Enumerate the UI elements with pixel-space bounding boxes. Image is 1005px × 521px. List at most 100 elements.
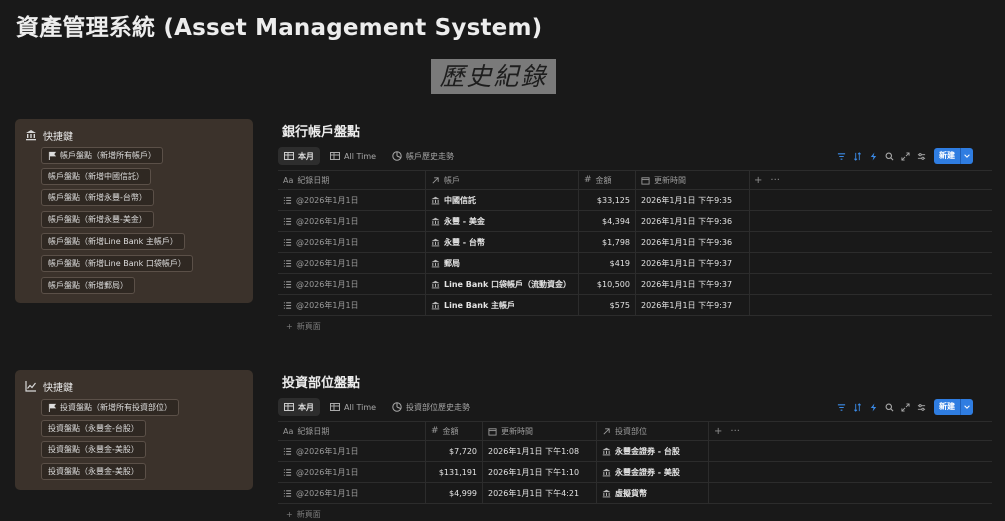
cell-date[interactable]: @2026年1月1日 [278, 441, 426, 461]
sort-icon[interactable] [851, 150, 863, 162]
col-position[interactable]: 投資部位 [597, 422, 709, 440]
quick-button-all-investments[interactable]: 投資盤點（新增所有投資部位） [41, 399, 179, 416]
table-row[interactable]: @2026年1月1日 $7,720 2026年1月1日 下午1:08 永豐金證券 - … [278, 441, 992, 462]
tab-this-month[interactable]: 本月 [278, 147, 320, 165]
cell-date[interactable]: @2026年1月1日 [278, 462, 426, 482]
quick-button-sinopac-tw-stock[interactable]: 投資盤點（永豐金-台股） [41, 420, 146, 437]
tab-all-time[interactable]: All Time [324, 398, 382, 416]
more-icon[interactable]: ··· [770, 175, 780, 186]
cell-amount[interactable]: $4,999 [426, 483, 483, 503]
more-icon[interactable]: ··· [730, 426, 740, 437]
cell-updated[interactable]: 2026年1月1日 下午1:10 [483, 462, 597, 482]
cell-amount[interactable]: $1,798 [579, 232, 636, 252]
cell-amount[interactable]: $419 [579, 253, 636, 273]
col-account[interactable]: 帳戶 [426, 171, 579, 189]
table-row[interactable]: @2026年1月1日 Line Bank 口袋帳戶（流動資金） $10,500 202… [278, 274, 992, 295]
cell-date[interactable]: @2026年1月1日 [278, 190, 426, 210]
expand-icon[interactable] [899, 150, 911, 162]
quick-button-sinopac-twd[interactable]: 帳戶盤點（新增永豐-台幣） [41, 189, 154, 206]
cell-position[interactable]: 永豐金證券 - 台股 [597, 441, 709, 461]
add-page-row[interactable]: + 新頁面 [278, 504, 992, 521]
quick-button-all-accounts[interactable]: 帳戶盤點（新增所有帳戶） [41, 147, 163, 164]
table-row[interactable]: @2026年1月1日 $4,999 2026年1月1日 下午4:21 虛擬貨幣 [278, 483, 992, 504]
lightning-icon[interactable] [867, 150, 879, 162]
cell-account[interactable]: Line Bank 主帳戶 [426, 295, 579, 315]
table-row[interactable]: @2026年1月1日 Line Bank 主帳戶 $575 2026年1月1日 下午9… [278, 295, 992, 316]
cell-amount[interactable]: $575 [579, 295, 636, 315]
quick-button-sinopac-us-stock[interactable]: 投資盤點（永豐金-美股） [41, 441, 146, 458]
new-button[interactable]: 新建 [934, 148, 973, 164]
tab-history-trend[interactable]: 投資部位歷史走勢 [386, 398, 476, 416]
tab-this-month[interactable]: 本月 [278, 398, 320, 416]
tab-all-time[interactable]: All Time [324, 147, 382, 165]
cell-amount[interactable]: $131,191 [426, 462, 483, 482]
cell-date[interactable]: @2026年1月1日 [278, 253, 426, 273]
cell-date[interactable]: @2026年1月1日 [278, 295, 426, 315]
new-button-label[interactable]: 新建 [934, 399, 960, 415]
cell-date[interactable]: @2026年1月1日 [278, 232, 426, 252]
cell-date[interactable]: @2026年1月1日 [278, 274, 426, 294]
bank-icon [431, 301, 440, 309]
chevron-down-icon[interactable] [960, 148, 973, 164]
search-icon[interactable] [883, 150, 895, 162]
quick-button-sinopac-usd[interactable]: 帳戶盤點（新增永豐-美金） [41, 211, 154, 228]
cell-updated-value: 2026年1月1日 下午9:37 [641, 258, 733, 268]
plus-icon[interactable]: + [754, 175, 762, 186]
table-row[interactable]: @2026年1月1日 永豐 - 美金 $4,394 2026年1月1日 下午9:36 [278, 211, 992, 232]
filter-icon[interactable] [835, 150, 847, 162]
sort-icon[interactable] [851, 401, 863, 413]
tab-history-trend[interactable]: 帳戶歷史走勢 [386, 147, 460, 165]
cell-amount[interactable]: $10,500 [579, 274, 636, 294]
cell-account[interactable]: 永豐 - 台幣 [426, 232, 579, 252]
quick-button-ctbc[interactable]: 帳戶盤點（新增中國信託） [41, 168, 151, 185]
table-row[interactable]: @2026年1月1日 郵局 $419 2026年1月1日 下午9:37 [278, 253, 992, 274]
plus-icon[interactable]: + [714, 426, 722, 437]
quick-button-sinopac-us-stock-2[interactable]: 投資盤點（永豐金-美股） [41, 463, 146, 480]
cell-amount[interactable]: $7,720 [426, 441, 483, 461]
cell-position[interactable]: 永豐金證券 - 美股 [597, 462, 709, 482]
table-row[interactable]: @2026年1月1日 中國信託 $33,125 2026年1月1日 下午9:35 [278, 190, 992, 211]
chevron-down-icon[interactable] [960, 399, 973, 415]
col-updated-time[interactable]: 更新時間 [483, 422, 597, 440]
col-record-date[interactable]: Aa 紀錄日期 [278, 422, 426, 440]
cell-updated[interactable]: 2026年1月1日 下午9:36 [636, 232, 750, 252]
text-type-icon: Aa [283, 175, 294, 185]
cell-updated[interactable]: 2026年1月1日 下午9:37 [636, 253, 750, 273]
cell-updated[interactable]: 2026年1月1日 下午9:35 [636, 190, 750, 210]
cell-amount[interactable]: $33,125 [579, 190, 636, 210]
table-row[interactable]: @2026年1月1日 $131,191 2026年1月1日 下午1:10 永豐金證券 … [278, 462, 992, 483]
cell-account[interactable]: 郵局 [426, 253, 579, 273]
col-label: 帳戶 [444, 175, 460, 185]
table-row[interactable]: @2026年1月1日 永豐 - 台幣 $1,798 2026年1月1日 下午9:36 [278, 232, 992, 253]
cell-account[interactable]: 永豐 - 美金 [426, 211, 579, 231]
quick-button-linebank-main[interactable]: 帳戶盤點（新增Line Bank 主帳戶） [41, 233, 185, 250]
cell-updated[interactable]: 2026年1月1日 下午1:08 [483, 441, 597, 461]
number-type-icon: # [431, 426, 439, 436]
investments-table: Aa 紀錄日期 # 金額 更新時間 投資部位 + ··· @2026年1月1日 $7,7… [278, 421, 992, 521]
cell-account[interactable]: 中國信託 [426, 190, 579, 210]
quick-button-post-office[interactable]: 帳戶盤點（新增郵局） [41, 277, 135, 294]
settings-icon[interactable] [915, 401, 927, 413]
expand-icon[interactable] [899, 401, 911, 413]
col-record-date[interactable]: Aa 紀錄日期 [278, 171, 426, 189]
col-amount[interactable]: # 金額 [579, 171, 636, 189]
quick-button-linebank-pocket[interactable]: 帳戶盤點（新增Line Bank 口袋帳戶） [41, 255, 193, 272]
cell-amount[interactable]: $4,394 [579, 211, 636, 231]
cell-updated[interactable]: 2026年1月1日 下午9:37 [636, 274, 750, 294]
cell-account[interactable]: Line Bank 口袋帳戶（流動資金） [426, 274, 579, 294]
cell-updated[interactable]: 2026年1月1日 下午4:21 [483, 483, 597, 503]
col-amount[interactable]: # 金額 [426, 422, 483, 440]
add-page-row[interactable]: + 新頁面 [278, 316, 992, 336]
search-icon[interactable] [883, 401, 895, 413]
settings-icon[interactable] [915, 150, 927, 162]
new-button[interactable]: 新建 [934, 399, 973, 415]
filter-icon[interactable] [835, 401, 847, 413]
cell-updated[interactable]: 2026年1月1日 下午9:37 [636, 295, 750, 315]
cell-updated[interactable]: 2026年1月1日 下午9:36 [636, 211, 750, 231]
cell-date[interactable]: @2026年1月1日 [278, 483, 426, 503]
cell-position[interactable]: 虛擬貨幣 [597, 483, 709, 503]
lightning-icon[interactable] [867, 401, 879, 413]
cell-date[interactable]: @2026年1月1日 [278, 211, 426, 231]
col-updated-time[interactable]: 更新時間 [636, 171, 750, 189]
new-button-label[interactable]: 新建 [934, 148, 960, 164]
